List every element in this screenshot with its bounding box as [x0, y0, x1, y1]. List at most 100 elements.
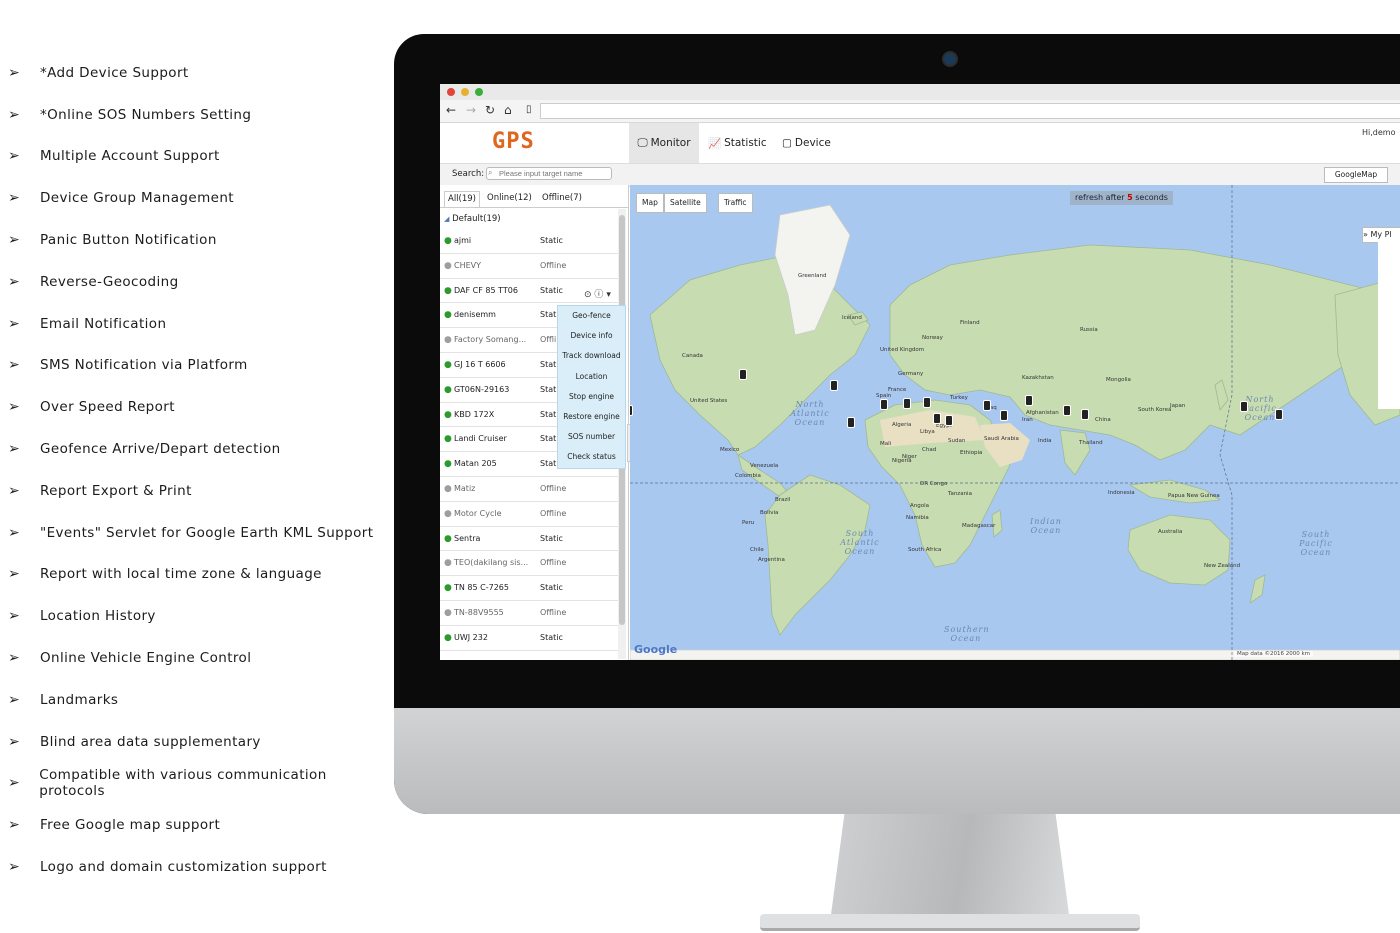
feature-list: ➢ *Add Device Support ➢ *Online SOS Numbers… — [8, 52, 388, 888]
context-menu-item[interactable]: Restore engine — [558, 407, 625, 427]
context-menu-item[interactable]: Location — [558, 367, 625, 387]
device-row[interactable]: ● Sentra Static — [440, 526, 620, 552]
arrow-bullet-icon: ➢ — [8, 357, 21, 374]
person-icon: ● — [444, 459, 452, 470]
tab-online-devices[interactable]: Online(12) — [484, 191, 535, 206]
back-icon[interactable]: ← — [446, 103, 456, 117]
satellite-button[interactable]: Satellite — [664, 193, 707, 213]
device-row[interactable]: ● UWJ 232 Static — [440, 625, 620, 651]
feature-label: Report with local time zone & language — [40, 566, 322, 583]
place-label: Canada — [682, 353, 703, 359]
person-icon: ● — [444, 484, 452, 494]
info-icon[interactable]: ⓘ — [594, 290, 603, 300]
place-label: Iceland — [842, 315, 862, 321]
arrow-bullet-icon: ➢ — [8, 273, 21, 290]
device-name: TN 85 C-7265 — [454, 583, 509, 593]
vehicle-marker-icon[interactable] — [880, 399, 888, 410]
device-row[interactable]: ● ajmi Static — [440, 228, 620, 254]
page-icon: ▯ — [526, 104, 532, 115]
vehicle-marker-icon[interactable] — [1081, 409, 1089, 420]
arrow-bullet-icon: ➢ — [8, 106, 21, 123]
arrow-bullet-icon: ➢ — [8, 64, 21, 81]
feature-item: ➢ *Add Device Support — [8, 52, 388, 94]
traffic-button[interactable]: Traffic — [718, 193, 753, 213]
place-label: Namibia — [906, 515, 929, 521]
device-row[interactable]: ● Matiz Offline — [440, 476, 620, 502]
context-menu-item[interactable]: SOS number — [558, 427, 625, 447]
refresh-countdown: refresh after 5 seconds — [1070, 191, 1173, 205]
map-tiles — [630, 185, 1400, 660]
arrow-bullet-icon: ➢ — [8, 482, 21, 499]
place-label: Libya — [920, 429, 935, 435]
feature-label: Device Group Management — [40, 190, 234, 207]
chevron-down-icon[interactable]: ▾ — [606, 290, 611, 300]
feature-label: Landmarks — [40, 691, 119, 708]
device-row[interactable]: ● TN-88V9555 Offline — [440, 600, 620, 626]
device-name: Factory Somang... — [454, 335, 527, 345]
device-group-default[interactable]: ◢ Default(19) — [444, 214, 501, 224]
feature-label: Location History — [40, 608, 156, 625]
vehicle-marker-icon[interactable] — [945, 415, 953, 426]
vehicle-marker-icon[interactable] — [847, 417, 855, 428]
device-icon: ▢ — [782, 137, 792, 149]
ocean-label-south-atlantic: South Atlantic Ocean — [840, 529, 880, 556]
address-bar[interactable] — [540, 103, 1400, 119]
vehicle-marker-icon[interactable] — [923, 397, 931, 408]
person-icon: ● — [444, 260, 452, 271]
device-row[interactable]: ● TN 85 C-7265 Static — [440, 575, 620, 601]
context-menu-item[interactable]: Track download — [558, 346, 625, 366]
world-map[interactable]: Map Satellite Traffic refresh after 5 se… — [630, 185, 1400, 660]
search-input[interactable] — [486, 167, 612, 180]
vehicle-marker-icon[interactable] — [933, 413, 941, 424]
location-icon[interactable]: ⊙ — [584, 290, 592, 300]
place-label: Nigeria — [892, 458, 912, 464]
my-places-label: My Pl — [1370, 230, 1392, 239]
feature-label: Reverse-Geocoding — [40, 273, 179, 290]
forward-icon[interactable]: → — [466, 103, 476, 117]
ocean-label-south-pacific: South Pacific Ocean — [1299, 530, 1333, 557]
browser-titlebar — [440, 84, 1400, 100]
person-icon: ● — [444, 608, 452, 618]
device-name: Landi Cruiser — [454, 434, 507, 444]
reload-icon[interactable]: ↻ — [485, 103, 495, 117]
tab-device[interactable]: ▢ Device — [782, 123, 831, 163]
person-icon: ● — [444, 384, 452, 395]
vehicle-marker-icon[interactable] — [903, 398, 911, 409]
map-type-select[interactable]: GoogleMap — [1324, 167, 1388, 183]
context-menu-item[interactable]: Geo-fence — [558, 306, 625, 326]
context-menu-item[interactable]: Check status — [558, 447, 625, 467]
home-icon[interactable]: ⌂ — [504, 103, 512, 117]
vehicle-marker-icon[interactable] — [1275, 409, 1283, 420]
tab-statistic[interactable]: 📈 Statistic — [708, 123, 767, 163]
user-greeting[interactable]: Hi,demo — [1362, 128, 1395, 137]
arrow-bullet-icon: ➢ — [8, 524, 21, 541]
place-label: Japan — [1170, 403, 1186, 409]
minimize-window-icon[interactable] — [461, 88, 469, 96]
vehicle-marker-icon[interactable] — [1063, 405, 1071, 416]
vehicle-marker-icon[interactable] — [983, 400, 991, 411]
device-status: Static — [540, 583, 563, 593]
maximize-window-icon[interactable] — [475, 88, 483, 96]
device-row[interactable]: ● TEO(dakilang sis... Offline — [440, 550, 620, 577]
device-filter-tabs: All(19) Online(12) Offline(7) — [440, 189, 628, 208]
monitor-base — [760, 914, 1140, 931]
device-row[interactable]: ● CHEVY Offline — [440, 253, 620, 279]
map-button[interactable]: Map — [636, 193, 664, 213]
device-row[interactable]: ● Motor Cycle Offline — [440, 501, 620, 527]
arrow-bullet-icon: ➢ — [8, 650, 21, 667]
vehicle-marker-icon[interactable] — [630, 405, 633, 416]
device-name: ajmi — [454, 236, 472, 245]
context-menu-item[interactable]: Device info — [558, 326, 625, 346]
vehicle-marker-icon[interactable] — [1025, 395, 1033, 406]
tab-offline-devices[interactable]: Offline(7) — [539, 191, 585, 206]
vehicle-marker-icon[interactable] — [739, 369, 747, 380]
close-window-icon[interactable] — [447, 88, 455, 96]
browser-screen: ← → ↻ ⌂ ▯ GPS 🖵 Monitor 📈 Statistic ▢ De… — [440, 84, 1400, 660]
context-menu-item[interactable]: Stop engine — [558, 387, 625, 407]
vehicle-marker-icon[interactable] — [1240, 401, 1248, 412]
tab-monitor[interactable]: 🖵 Monitor — [629, 123, 699, 163]
vehicle-marker-icon[interactable] — [830, 380, 838, 391]
vehicle-marker-icon[interactable] — [1000, 410, 1008, 421]
monitor-icon: 🖵 — [637, 136, 648, 149]
tab-all-devices[interactable]: All(19) — [444, 191, 480, 207]
